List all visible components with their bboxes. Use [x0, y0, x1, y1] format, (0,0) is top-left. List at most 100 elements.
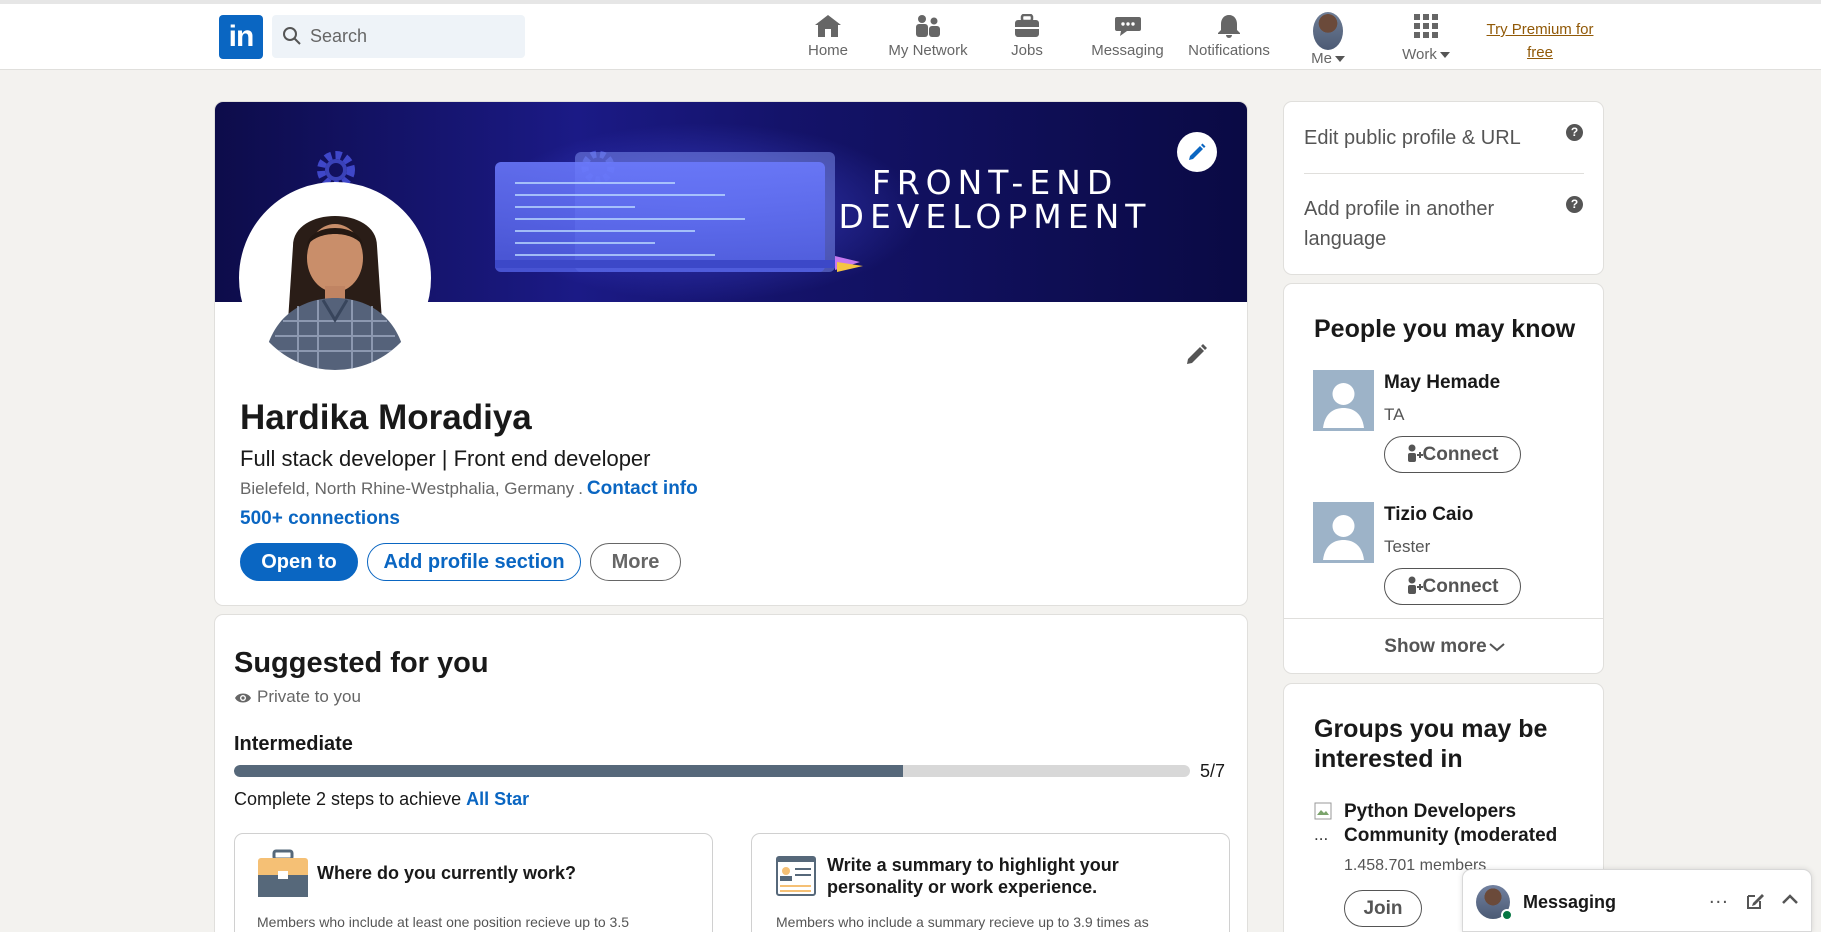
all-star-link[interactable]: All Star	[466, 789, 529, 809]
divider	[1304, 173, 1584, 174]
banner-text: FRONT-END DEVELOPMENT	[838, 163, 1152, 236]
steps-label: Complete 2 steps to achieve	[234, 789, 462, 809]
suggestion-tile-summary[interactable]: Write a summary to highlight your person…	[751, 833, 1230, 932]
person-name[interactable]: May Hemade	[1384, 372, 1500, 394]
connections-link[interactable]: 500+ connections	[240, 508, 400, 530]
add-person-icon	[1407, 444, 1423, 462]
chevron-down-icon	[1489, 643, 1505, 652]
add-language-profile-link[interactable]: Add profile in another language	[1304, 194, 1544, 254]
tile-work-body: Members who include at least one positio…	[257, 914, 629, 930]
chevron-up-icon[interactable]	[1781, 892, 1799, 906]
edit-public-profile-link[interactable]: Edit public profile & URL	[1304, 123, 1521, 153]
search-box[interactable]	[272, 15, 525, 58]
profile-settings-card: Edit public profile & URL ? Add profile …	[1283, 101, 1604, 275]
steps-text: Complete 2 steps to achieve All Star	[234, 789, 529, 810]
pencil-icon	[1189, 143, 1206, 160]
avatar	[1313, 12, 1343, 50]
nav-messaging-label: Messaging	[1091, 42, 1164, 59]
suggested-title: Suggested for you	[234, 647, 489, 679]
add-person-icon	[1407, 576, 1423, 594]
nav-messaging[interactable]: Messaging	[1090, 10, 1165, 68]
profile-card: FRONT-END DEVELOPMENT Hardika Moradiya F…	[214, 101, 1248, 606]
nav-work-label: Work	[1402, 46, 1437, 63]
people-title: People you may know	[1314, 315, 1576, 343]
broken-image-icon	[1314, 802, 1332, 820]
online-status-dot	[1501, 909, 1513, 921]
laptop-base	[495, 256, 863, 272]
briefcase-icon	[1015, 14, 1039, 37]
connect-button[interactable]: Connect	[1384, 568, 1521, 605]
private-label: Private to you	[257, 687, 361, 706]
nav-notifications-label: Notifications	[1188, 42, 1270, 59]
tile-work-title: Where do you currently work?	[317, 863, 577, 883]
people-you-may-know-card: People you may know May Hemade TA Connec…	[1283, 283, 1604, 674]
divider	[1284, 618, 1603, 619]
window-right-edge	[1821, 0, 1825, 932]
nav-my-network-label: My Network	[888, 42, 968, 59]
suggestion-tile-work[interactable]: Where do you currently work? Members who…	[234, 833, 713, 932]
nav-jobs-label: Jobs	[1011, 42, 1043, 59]
profile-location-row: Bielefeld, North Rhine-Westphalia, Germa…	[240, 478, 698, 500]
messaging-overlay[interactable]: Messaging ...	[1462, 869, 1812, 932]
location-separator: .	[578, 479, 583, 498]
linkedin-logo[interactable]: in	[219, 15, 263, 59]
person-title: TA	[1384, 405, 1405, 424]
person-title: Tester	[1384, 537, 1431, 556]
profile-photo[interactable]	[239, 182, 431, 374]
private-note: Private to you	[234, 687, 361, 707]
profile-strength-bar	[234, 765, 1190, 777]
search-input[interactable]	[310, 21, 515, 51]
edit-banner-button[interactable]	[1177, 132, 1217, 172]
connect-button[interactable]: Connect	[1384, 436, 1521, 473]
profile-strength-level: Intermediate	[234, 733, 353, 755]
try-premium-link[interactable]: Try Premium for free	[1480, 18, 1600, 64]
connect-label: Connect	[1422, 575, 1499, 597]
show-more-button[interactable]: Show more	[1284, 636, 1603, 658]
more-options-icon[interactable]: ...	[1709, 886, 1729, 909]
search-icon	[283, 27, 301, 45]
messaging-icon	[1114, 17, 1141, 36]
nav-jobs[interactable]: Jobs	[1002, 10, 1052, 68]
nav-home[interactable]: Home	[801, 10, 855, 68]
person-name[interactable]: Tizio Caio	[1384, 504, 1473, 526]
profile-card-icon	[776, 856, 816, 896]
default-avatar-icon	[1313, 370, 1374, 431]
add-profile-section-button[interactable]: Add profile section	[367, 543, 581, 581]
edit-intro-pencil-icon[interactable]	[1185, 342, 1209, 366]
profile-photo-image	[243, 186, 427, 370]
person-avatar[interactable]	[1313, 502, 1374, 563]
person-avatar[interactable]	[1313, 370, 1374, 431]
tile-summary-title: Write a summary to highlight your person…	[827, 855, 1119, 897]
nav-me[interactable]: Me	[1300, 10, 1356, 68]
groups-title: Groups you may be interested in	[1314, 715, 1548, 773]
nav-work[interactable]: Work	[1393, 10, 1459, 68]
join-button[interactable]: Join	[1344, 890, 1422, 927]
eye-icon	[235, 693, 251, 703]
chevron-down-icon	[1334, 56, 1345, 63]
show-more-label: Show more	[1384, 636, 1487, 657]
nav-me-label: Me	[1311, 50, 1332, 67]
profile-location: Bielefeld, North Rhine-Westphalia, Germa…	[240, 479, 575, 498]
suggested-card: Suggested for you Private to you Interme…	[214, 614, 1248, 932]
nav-notifications[interactable]: Notifications	[1185, 10, 1273, 68]
home-icon	[815, 15, 841, 37]
more-button[interactable]: More	[590, 543, 681, 581]
help-icon[interactable]: ?	[1566, 124, 1583, 141]
compose-icon[interactable]	[1745, 891, 1765, 911]
group-logo-broken-image[interactable]: ...	[1314, 802, 1336, 846]
nav-my-network[interactable]: My Network	[884, 10, 972, 68]
briefcase-icon	[258, 849, 308, 897]
profile-headline: Full stack developer | Front end develop…	[240, 446, 651, 471]
network-icon	[916, 15, 940, 37]
contact-info-link[interactable]: Contact info	[587, 478, 698, 499]
profile-name: Hardika Moradiya	[240, 398, 532, 437]
nav-home-label: Home	[807, 42, 848, 59]
chevron-down-icon	[1439, 52, 1450, 59]
messaging-label: Messaging	[1523, 892, 1617, 912]
open-to-button[interactable]: Open to	[240, 543, 358, 581]
group-logo-alt: ...	[1314, 825, 1329, 844]
group-name[interactable]: Python Developers Community (moderated	[1344, 800, 1589, 848]
tile-summary-body: Members who include a summary recieve up…	[776, 914, 1149, 930]
help-icon[interactable]: ?	[1566, 196, 1583, 213]
connect-label: Connect	[1422, 443, 1499, 465]
